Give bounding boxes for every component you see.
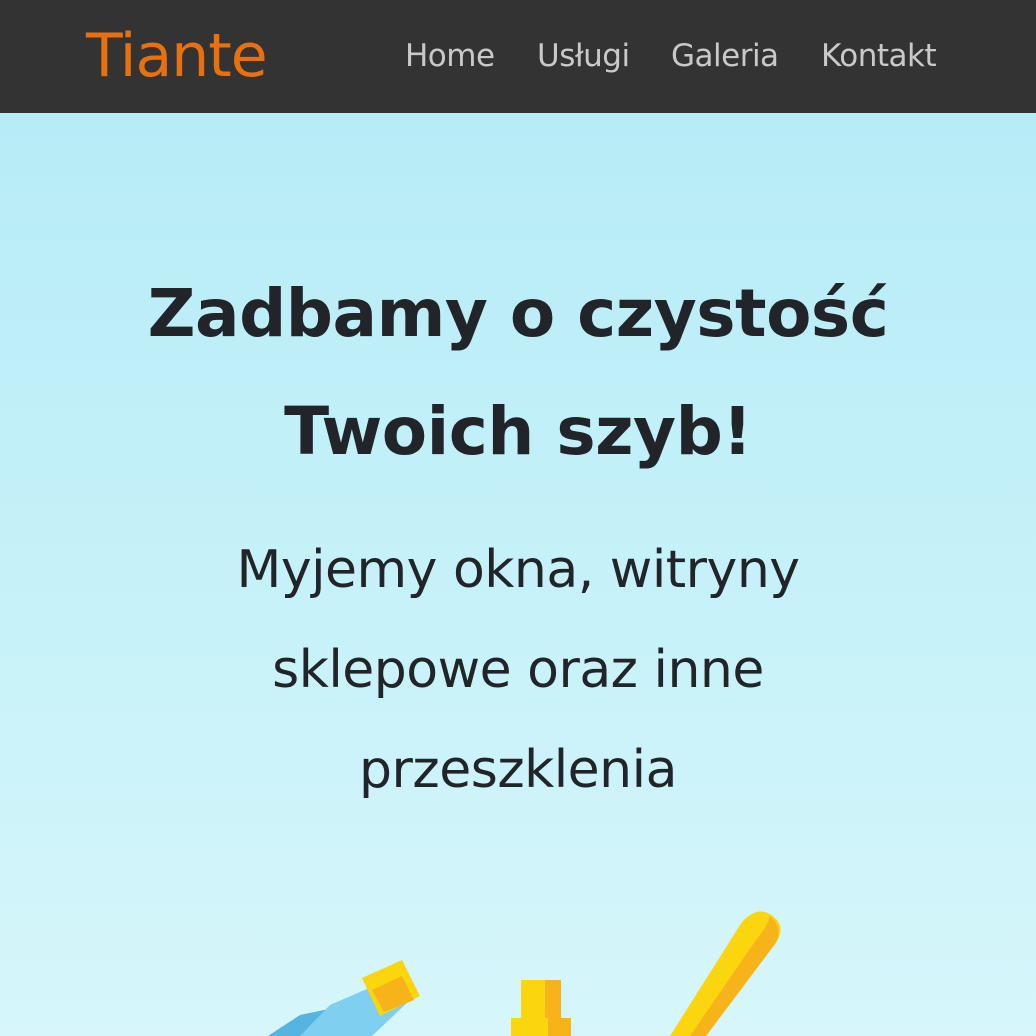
nav-link-uslugi[interactable]: Usługi: [537, 36, 630, 76]
hero-subtitle-line-2: sklepowe oraz inne: [272, 640, 764, 700]
hero-subtitle-line-3: przeszklenia: [359, 740, 677, 800]
brand-logo[interactable]: Tiante: [86, 16, 268, 96]
nav-link-home[interactable]: Home: [405, 36, 495, 76]
navbar: Tiante Home Usługi Galeria Kontakt: [0, 0, 1036, 113]
cleaning-illustration: [268, 911, 781, 1036]
nav-link-galeria[interactable]: Galeria: [671, 36, 779, 76]
bottle-cap-icon: [511, 980, 571, 1036]
hero-subtitle-line-1: Myjemy okna, witryny: [236, 540, 800, 600]
hero-subtitle: Myjemy okna, witryny sklepowe oraz inne …: [140, 520, 896, 820]
squeegee-handle-icon: [670, 911, 781, 1036]
spray-bottle-icon: [268, 960, 420, 1036]
nav-link-kontakt[interactable]: Kontakt: [821, 36, 937, 76]
hero-title-line-2: Twoich szyb!: [284, 393, 752, 470]
hero-title-line-1: Zadbamy o czystość: [147, 275, 889, 352]
hero-title: Zadbamy o czystość Twoich szyb!: [30, 255, 1006, 491]
